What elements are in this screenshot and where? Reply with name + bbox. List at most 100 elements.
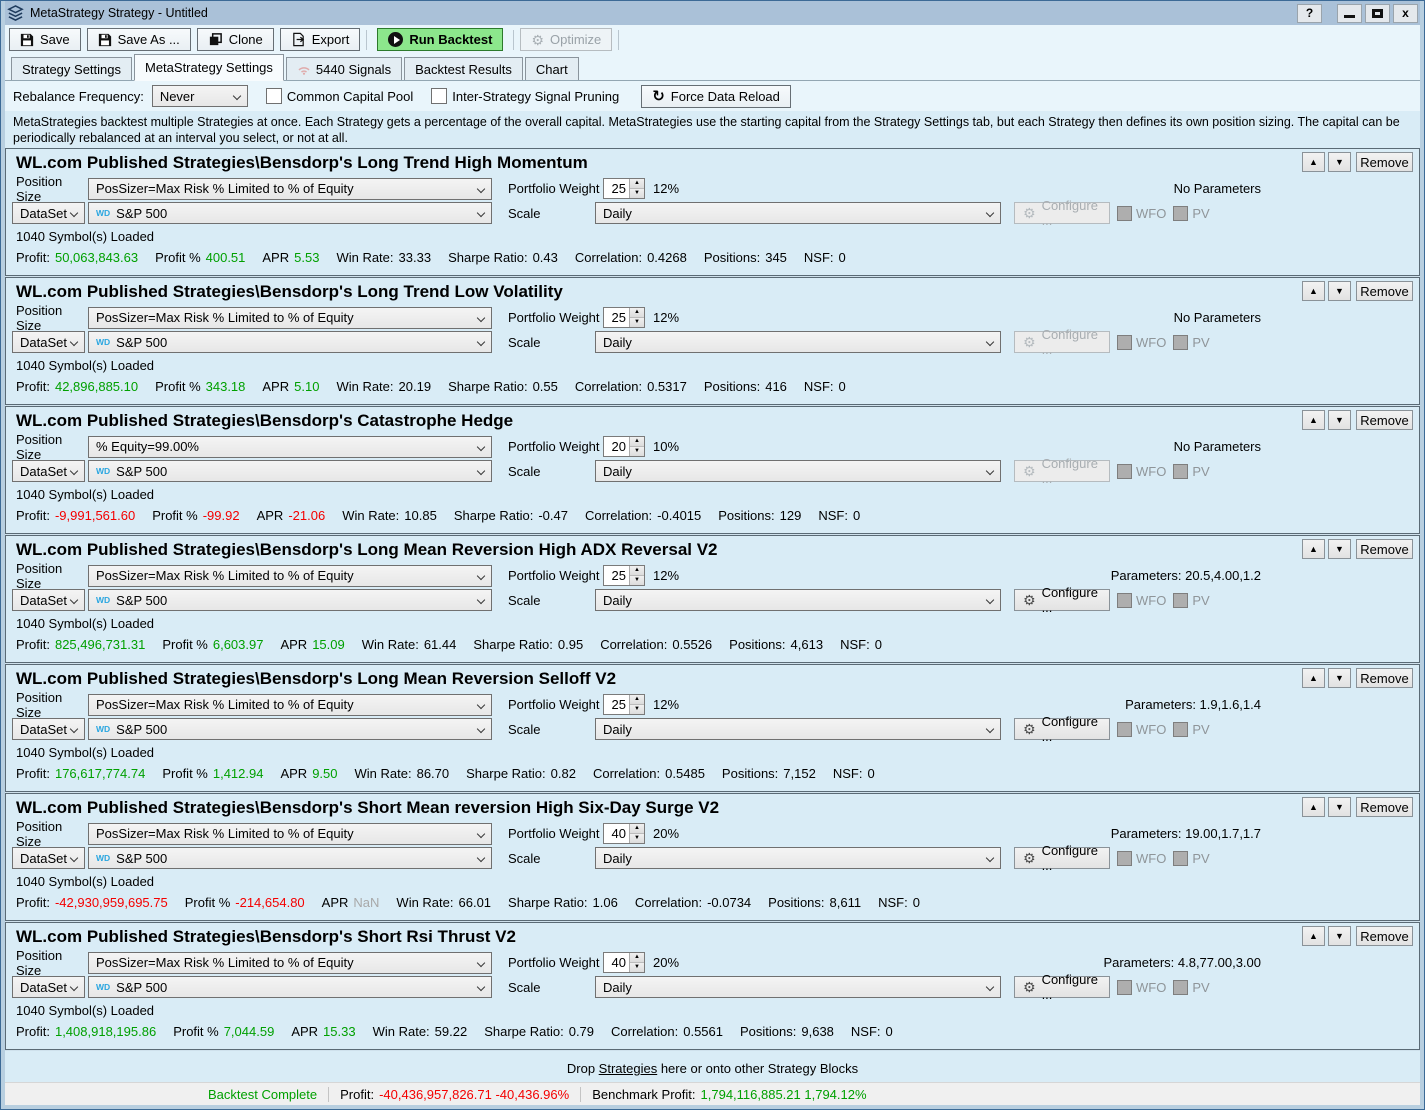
- wfo-checkbox[interactable]: [1117, 593, 1132, 608]
- clone-button[interactable]: Clone: [197, 28, 274, 51]
- move-up-button[interactable]: ▲: [1302, 797, 1325, 817]
- move-up-button[interactable]: ▲: [1302, 410, 1325, 430]
- move-up-button[interactable]: ▲: [1302, 539, 1325, 559]
- tab-signals[interactable]: 5440 Signals: [286, 57, 402, 80]
- move-down-button[interactable]: ▼: [1328, 539, 1351, 559]
- spin-up-icon[interactable]: ▲: [630, 179, 644, 189]
- configure-button[interactable]: ⚙ Configure ...: [1014, 976, 1110, 998]
- tab-strategy-settings[interactable]: Strategy Settings: [11, 57, 132, 80]
- dataset-dropdown-button[interactable]: DataSet: [12, 331, 85, 353]
- move-up-button[interactable]: ▲: [1302, 152, 1325, 172]
- position-size-select[interactable]: PosSizer=Max Risk % Limited to % of Equi…: [88, 694, 492, 716]
- export-button[interactable]: Export: [280, 28, 361, 51]
- minimize-button[interactable]: [1337, 4, 1362, 23]
- dataset-select[interactable]: WDS&P 500: [88, 847, 492, 869]
- spin-up-icon[interactable]: ▲: [630, 437, 644, 447]
- pv-checkbox[interactable]: [1173, 464, 1188, 479]
- configure-button[interactable]: ⚙ Configure ...: [1014, 589, 1110, 611]
- scale-select[interactable]: Daily: [595, 847, 1001, 869]
- portfolio-weight-input[interactable]: 25 ▲▼: [603, 178, 645, 199]
- dataset-dropdown-button[interactable]: DataSet: [12, 460, 85, 482]
- move-down-button[interactable]: ▼: [1328, 668, 1351, 688]
- configure-button[interactable]: ⚙ Configure ...: [1014, 460, 1110, 482]
- spin-up-icon[interactable]: ▲: [630, 695, 644, 705]
- spin-down-icon[interactable]: ▼: [630, 963, 644, 972]
- wfo-checkbox[interactable]: [1117, 851, 1132, 866]
- portfolio-weight-input[interactable]: 20 ▲▼: [603, 436, 645, 457]
- dataset-dropdown-button[interactable]: DataSet: [12, 718, 85, 740]
- spin-up-icon[interactable]: ▲: [630, 566, 644, 576]
- move-up-button[interactable]: ▲: [1302, 281, 1325, 301]
- scale-select[interactable]: Daily: [595, 460, 1001, 482]
- scale-select[interactable]: Daily: [595, 202, 1001, 224]
- remove-button[interactable]: Remove: [1356, 668, 1413, 688]
- rebalance-frequency-select[interactable]: Never: [152, 85, 248, 107]
- pv-checkbox[interactable]: [1173, 593, 1188, 608]
- wfo-checkbox[interactable]: [1117, 722, 1132, 737]
- move-down-button[interactable]: ▼: [1328, 926, 1351, 946]
- spin-up-icon[interactable]: ▲: [630, 953, 644, 963]
- save-button[interactable]: Save: [9, 28, 81, 51]
- common-capital-pool-checkbox[interactable]: [266, 88, 282, 104]
- move-down-button[interactable]: ▼: [1328, 797, 1351, 817]
- dataset-select[interactable]: WDS&P 500: [88, 202, 492, 224]
- move-down-button[interactable]: ▼: [1328, 410, 1351, 430]
- move-down-button[interactable]: ▼: [1328, 281, 1351, 301]
- scale-select[interactable]: Daily: [595, 718, 1001, 740]
- wfo-checkbox[interactable]: [1117, 206, 1132, 221]
- move-up-button[interactable]: ▲: [1302, 668, 1325, 688]
- dataset-select[interactable]: WDS&P 500: [88, 589, 492, 611]
- configure-button[interactable]: ⚙ Configure ...: [1014, 718, 1110, 740]
- pv-checkbox[interactable]: [1173, 206, 1188, 221]
- spin-down-icon[interactable]: ▼: [630, 189, 644, 198]
- force-data-reload-button[interactable]: ↻ Force Data Reload: [641, 85, 791, 108]
- pv-checkbox[interactable]: [1173, 851, 1188, 866]
- pv-checkbox[interactable]: [1173, 980, 1188, 995]
- portfolio-weight-input[interactable]: 25 ▲▼: [603, 307, 645, 328]
- configure-button[interactable]: ⚙ Configure ...: [1014, 847, 1110, 869]
- spin-down-icon[interactable]: ▼: [630, 318, 644, 327]
- close-button[interactable]: x: [1393, 4, 1418, 23]
- inter-strategy-pruning-checkbox[interactable]: [431, 88, 447, 104]
- pv-checkbox[interactable]: [1173, 722, 1188, 737]
- dataset-dropdown-button[interactable]: DataSet: [12, 589, 85, 611]
- dataset-select[interactable]: WDS&P 500: [88, 976, 492, 998]
- dataset-dropdown-button[interactable]: DataSet: [12, 847, 85, 869]
- spin-up-icon[interactable]: ▲: [630, 308, 644, 318]
- remove-button[interactable]: Remove: [1356, 281, 1413, 301]
- position-size-select[interactable]: PosSizer=Max Risk % Limited to % of Equi…: [88, 565, 492, 587]
- drop-zone[interactable]: Drop Strategies here or onto other Strat…: [5, 1051, 1420, 1082]
- wfo-checkbox[interactable]: [1117, 335, 1132, 350]
- spin-down-icon[interactable]: ▼: [630, 834, 644, 843]
- run-backtest-button[interactable]: Run Backtest: [377, 28, 503, 51]
- help-button[interactable]: ?: [1297, 4, 1322, 23]
- move-down-button[interactable]: ▼: [1328, 152, 1351, 172]
- save-as-button[interactable]: Save As ...: [87, 28, 191, 51]
- remove-button[interactable]: Remove: [1356, 797, 1413, 817]
- wfo-checkbox[interactable]: [1117, 464, 1132, 479]
- spin-down-icon[interactable]: ▼: [630, 447, 644, 456]
- tab-backtest-results[interactable]: Backtest Results: [404, 57, 523, 80]
- portfolio-weight-input[interactable]: 25 ▲▼: [603, 694, 645, 715]
- move-up-button[interactable]: ▲: [1302, 926, 1325, 946]
- dataset-select[interactable]: WDS&P 500: [88, 460, 492, 482]
- scale-select[interactable]: Daily: [595, 589, 1001, 611]
- position-size-select[interactable]: % Equity=99.00%: [88, 436, 492, 458]
- spin-down-icon[interactable]: ▼: [630, 576, 644, 585]
- position-size-select[interactable]: PosSizer=Max Risk % Limited to % of Equi…: [88, 823, 492, 845]
- scale-select[interactable]: Daily: [595, 976, 1001, 998]
- dataset-select[interactable]: WDS&P 500: [88, 331, 492, 353]
- position-size-select[interactable]: PosSizer=Max Risk % Limited to % of Equi…: [88, 307, 492, 329]
- spin-up-icon[interactable]: ▲: [630, 824, 644, 834]
- configure-button[interactable]: ⚙ Configure ...: [1014, 331, 1110, 353]
- dataset-dropdown-button[interactable]: DataSet: [12, 976, 85, 998]
- portfolio-weight-input[interactable]: 25 ▲▼: [603, 565, 645, 586]
- maximize-button[interactable]: [1365, 4, 1390, 23]
- wfo-checkbox[interactable]: [1117, 980, 1132, 995]
- portfolio-weight-input[interactable]: 40 ▲▼: [603, 823, 645, 844]
- tab-chart[interactable]: Chart: [525, 57, 579, 80]
- configure-button[interactable]: ⚙ Configure ...: [1014, 202, 1110, 224]
- remove-button[interactable]: Remove: [1356, 152, 1413, 172]
- remove-button[interactable]: Remove: [1356, 539, 1413, 559]
- position-size-select[interactable]: PosSizer=Max Risk % Limited to % of Equi…: [88, 178, 492, 200]
